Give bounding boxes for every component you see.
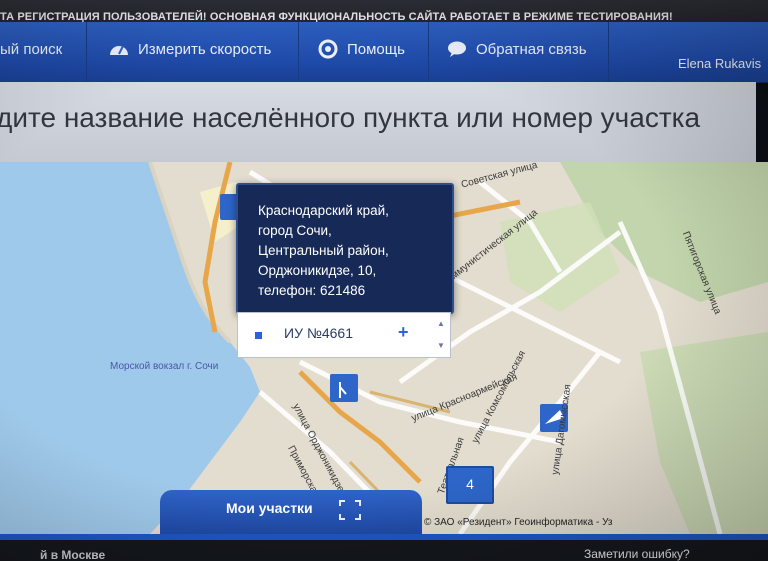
scroll-down-icon[interactable]: ▼ (437, 341, 445, 350)
my-plots-panel-tab[interactable]: Мои участки (160, 490, 422, 534)
plot-number[interactable]: ИУ №4661 (284, 325, 353, 341)
main-navbar: ый поиск Измерить скорость Помощь Обратн… (0, 22, 768, 83)
my-plots-label: Мои участки (226, 500, 313, 516)
chat-bubble-icon (446, 38, 468, 60)
scroll-up-icon[interactable]: ▲ (437, 319, 445, 328)
lifebuoy-icon (317, 38, 339, 60)
nav-feedback-label: Обратная связь (476, 40, 587, 58)
nav-divider (428, 22, 429, 82)
plot-list-item[interactable]: ИУ №4661 + ▲ ▼ (237, 312, 451, 358)
nav-search-label: ый поиск (0, 40, 63, 58)
nav-divider (298, 22, 299, 82)
screen: ТА РЕГИСТРАЦИЯ ПОЛЬЗОВАТЕЛЕЙ! ОСНОВНАЯ Ф… (0, 0, 768, 561)
nav-divider (608, 22, 609, 82)
search-input[interactable]: дите название населённого пункта или ном… (0, 102, 700, 134)
cluster-count: 4 (466, 476, 474, 492)
plot-cluster-marker[interactable]: 4 (446, 466, 494, 504)
map-copyright: © ЗАО «Резидент» Геоинформатика - Уз (424, 517, 613, 528)
footer-city-text: й в Москве (40, 548, 106, 561)
page-footer: й в Москве Заметили ошибку? (0, 534, 768, 561)
expand-icon[interactable] (337, 498, 363, 522)
nav-search[interactable]: ый поиск (0, 36, 62, 62)
nav-speed-test[interactable]: Измерить скорость (108, 36, 271, 62)
plot-address-text: Краснодарский край, город Сочи, Централь… (258, 203, 389, 298)
nav-speed-test-label: Измерить скорость (138, 40, 272, 58)
plot-square-icon (255, 332, 262, 339)
report-error-link[interactable]: Заметили ошибку? (584, 547, 690, 561)
search-bar[interactable]: дите название населённого пункта или ном… (0, 82, 756, 162)
nav-help[interactable]: Помощь (317, 36, 405, 62)
nav-help-label: Помощь (347, 40, 405, 58)
speedometer-icon (108, 38, 130, 60)
nav-divider (86, 22, 87, 82)
plot-info-popup: Краснодарский край, город Сочи, Централь… (236, 183, 454, 314)
user-name[interactable]: Elena Rukavis (678, 56, 761, 71)
plot-marker[interactable] (330, 374, 358, 402)
seaport-label: Морской вокзал г. Сочи (110, 361, 219, 372)
add-plot-button[interactable]: + (398, 322, 409, 343)
nav-feedback[interactable]: Обратная связь (446, 36, 587, 62)
